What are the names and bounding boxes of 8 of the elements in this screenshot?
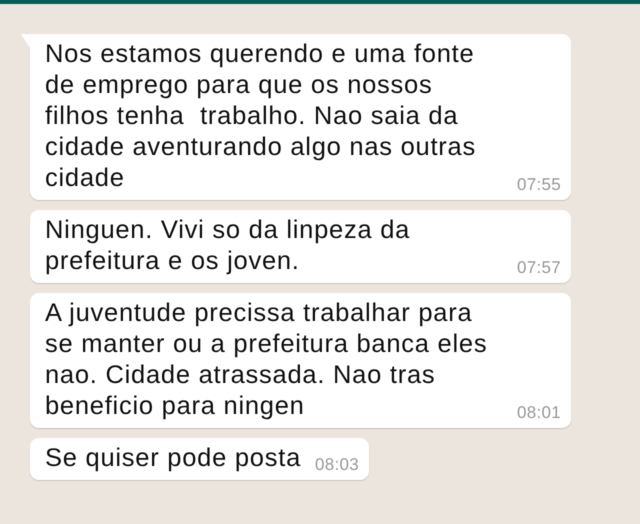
- message-time: 08:01: [517, 402, 562, 424]
- message-time: 08:03: [315, 454, 360, 476]
- message-time: 07:55: [517, 174, 562, 196]
- message-text: Se quiser pode posta: [45, 443, 302, 474]
- message-text: A juventude precissa trabalhar para se manter ou a prefeitura banca eles nao. Cidade atrassada. Nao tras beneficio para ningen: [45, 298, 488, 422]
- message-text: Nos estamos querendo e uma fonte de emprego para que os nossos filhos tenha trabalho. Nao saia da cidade aventurando algo nas outras cidade: [45, 39, 477, 194]
- message-text: Ninguen. Vivi so da linpeza da prefeitura e os joven.: [45, 215, 412, 277]
- message-time: 07:57: [517, 257, 562, 279]
